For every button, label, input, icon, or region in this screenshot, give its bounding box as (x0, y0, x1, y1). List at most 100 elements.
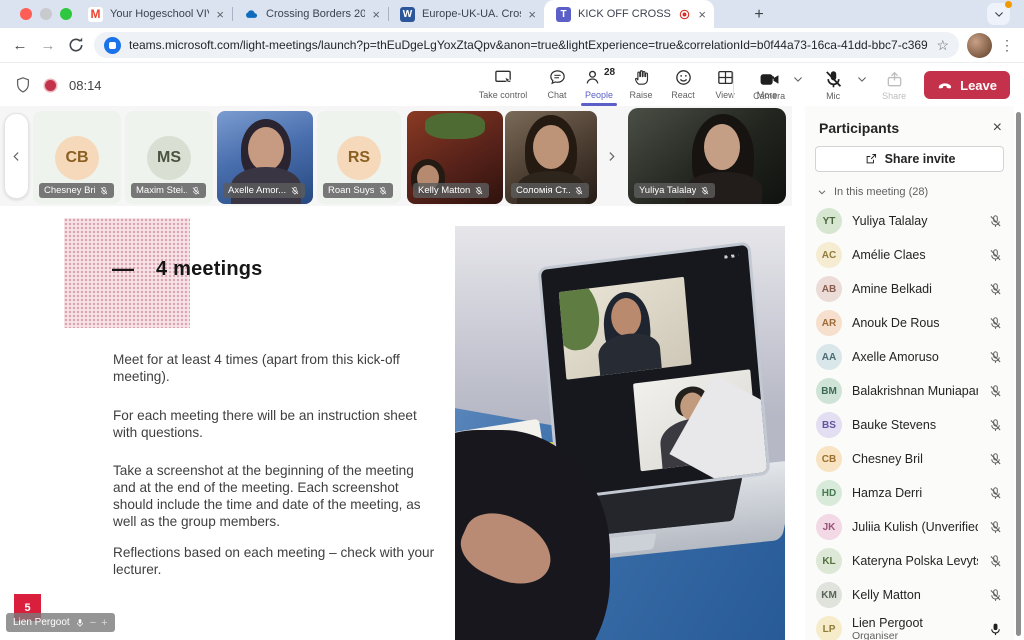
close-icon[interactable]: × (993, 120, 1002, 136)
participant-row[interactable]: KL Kateryna Polska Levytska (805, 544, 1014, 578)
mic-button[interactable]: Mic (810, 69, 856, 101)
tab-close-icon[interactable]: × (216, 8, 224, 21)
participant-row[interactable]: JK Juliia Kulish (Unverified) (805, 510, 1014, 544)
tab-close-icon[interactable]: × (698, 8, 706, 21)
participant-name: Kelly Matton (852, 588, 978, 602)
tab-close-icon[interactable]: × (372, 8, 380, 21)
participant-row[interactable]: BS Bauke Stevens (805, 408, 1014, 442)
video-tile-kelly[interactable]: Kelly Matton (407, 111, 503, 204)
participant-row[interactable]: AR Anouk De Rous (805, 306, 1014, 340)
participant-name: Balakrishnan Muniapan (852, 384, 978, 398)
participant-row[interactable]: AB Amine Belkadi (805, 272, 1014, 306)
chat-button[interactable]: Chat (536, 68, 578, 106)
camera-button[interactable]: Camera (746, 69, 792, 101)
forward-button[interactable]: → (38, 35, 58, 55)
mic-muted-icon (988, 316, 1003, 331)
window-minimize-button[interactable] (40, 8, 52, 20)
new-tab-button[interactable]: + (748, 4, 770, 26)
raise-hand-button[interactable]: Raise (620, 68, 662, 106)
raised-hand-icon (632, 68, 651, 87)
take-control-button[interactable]: Take control (470, 68, 536, 106)
presenter-name-tag[interactable]: Lien Pergoot − + (6, 613, 115, 632)
participant-row[interactable]: AA Axelle Amoruso (805, 340, 1014, 374)
participant-row[interactable]: KM Kelly Matton (805, 578, 1014, 612)
tab-close-icon[interactable]: × (528, 8, 536, 21)
browser-profile-avatar[interactable] (967, 33, 992, 58)
teams-icon: T (556, 7, 571, 22)
tab-teams-meeting-active[interactable]: T KICK OFF CROSSING BO × (544, 0, 714, 28)
video-tile-chesney[interactable]: CB Chesney Bril (33, 111, 121, 204)
in-this-meeting-section[interactable]: In this meeting (28) (805, 182, 1014, 204)
mic-muted-icon (99, 186, 109, 196)
people-button[interactable]: 28 People (578, 68, 620, 106)
participant-row[interactable]: CB Chesney Bril (805, 442, 1014, 476)
participant-row[interactable]: AC Amélie Claes (805, 238, 1014, 272)
back-button[interactable]: ← (10, 35, 30, 55)
meeting-timer: 08:14 (69, 78, 102, 93)
name-tag: Maxim Stei... (131, 183, 206, 198)
react-button[interactable]: React (662, 68, 704, 106)
mic-muted-icon (988, 384, 1003, 399)
video-tile-roan[interactable]: RS Roan Suys (317, 111, 401, 204)
tab-onedrive[interactable]: Crossing Borders 2026 BE U × (232, 0, 388, 28)
chat-icon (548, 68, 567, 87)
name-tag: Axelle Amor... (223, 183, 305, 198)
video-tile-axelle[interactable]: Axelle Amor... (217, 111, 313, 204)
video-tile-maxim[interactable]: MS Maxim Stei... (125, 111, 213, 204)
mic-muted-icon (988, 282, 1003, 297)
slide-paragraph: Reflections based on each meeting – chec… (113, 544, 438, 578)
gmail-icon: M (88, 7, 103, 22)
video-tile-yuliya[interactable]: Yuliya Talalay (628, 108, 786, 204)
filmstrip-prev-button[interactable] (4, 113, 29, 199)
mic-muted-icon (988, 588, 1003, 603)
tab-gmail[interactable]: M Your Hogeschool VIVES acco × (76, 0, 232, 28)
participant-name: Anouk De Rous (852, 316, 978, 330)
participant-row[interactable]: LP Lien Pergoot Organiser (805, 612, 1014, 640)
phone-hangup-icon (937, 77, 953, 93)
participant-avatar: AR (816, 310, 842, 336)
window-close-button[interactable] (20, 8, 32, 20)
slide-paragraph: For each meeting there will be an instru… (113, 407, 438, 441)
leave-button[interactable]: Leave (924, 71, 1010, 99)
tab-search-button[interactable] (987, 3, 1010, 25)
mic-muted-icon (290, 186, 300, 196)
tab-title: Your Hogeschool VIVES acco (110, 8, 209, 20)
name-tag: Chesney Bril (39, 183, 114, 198)
address-bar[interactable]: teams.microsoft.com/light-meetings/launc… (94, 32, 959, 58)
zoom-out-icon[interactable]: − (90, 617, 96, 629)
meeting-status: 08:14 (14, 63, 102, 107)
tab-word[interactable]: W Europe-UK-UA. Crossing Bo × (388, 0, 544, 28)
notification-dot (1005, 1, 1012, 8)
mic-options-chevron-icon[interactable] (856, 73, 868, 85)
reload-button[interactable] (66, 35, 86, 55)
participant-name: Lien Pergoot (852, 616, 978, 630)
presenter-name: Lien Pergoot (13, 617, 70, 628)
onedrive-cloud-icon (244, 7, 259, 22)
participant-name: Axelle Amoruso (852, 350, 978, 364)
participant-avatar: AB (816, 276, 842, 302)
panel-scrollbar[interactable] (1016, 112, 1021, 636)
participant-row[interactable]: BM Balakrishnan Muniapan (805, 374, 1014, 408)
name-tag: Соломія Ст... (511, 183, 589, 198)
mic-muted-icon (574, 186, 584, 196)
shield-icon (14, 76, 32, 94)
participants-panel: Participants × Share invite In this meet… (805, 106, 1014, 640)
filmstrip-next-button[interactable] (600, 142, 622, 170)
participant-row[interactable]: YT Yuliya Talalay (805, 204, 1014, 238)
tab-title: Crossing Borders 2026 BE U (266, 8, 365, 20)
bookmark-star-icon[interactable]: ☆ (936, 37, 949, 54)
slide-title-row: — 4 meetings (112, 256, 262, 282)
participants-title: Participants (819, 120, 899, 136)
site-info-icon[interactable] (104, 37, 121, 54)
slide-photo (455, 226, 785, 640)
monitor-cursor-icon (494, 68, 513, 87)
photo-screen-menu-dots (724, 254, 738, 259)
share-invite-button[interactable]: Share invite (815, 146, 1004, 172)
window-zoom-button[interactable] (60, 8, 72, 20)
camera-options-chevron-icon[interactable] (792, 73, 804, 85)
zoom-in-icon[interactable]: + (101, 617, 107, 629)
participant-name: Hamza Derri (852, 486, 978, 500)
browser-menu-icon[interactable]: ⋮ (1000, 43, 1014, 48)
video-tile-solomiia[interactable]: Соломія Ст... (505, 111, 597, 204)
participant-row[interactable]: HD Hamza Derri (805, 476, 1014, 510)
